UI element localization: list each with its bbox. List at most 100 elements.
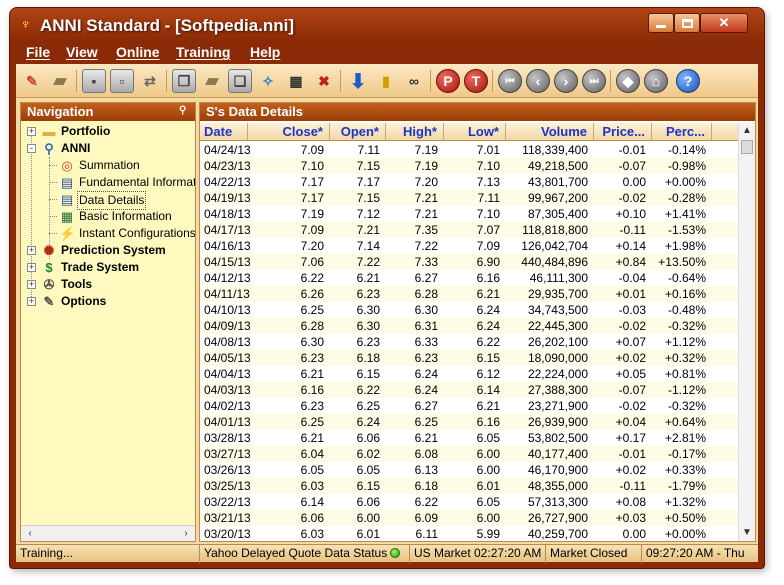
column-header-date[interactable]: Date	[200, 123, 248, 141]
collapse-icon[interactable]: -	[27, 144, 36, 153]
next-icon[interactable]: ›	[554, 69, 578, 93]
table-row[interactable]: 04/08/13 6.30 6.23 6.33 6.22 26,202,100 +0.07 +…	[200, 334, 738, 350]
globe-icon[interactable]: ◆	[616, 69, 640, 93]
download-icon[interactable]: ⬇	[346, 69, 370, 93]
export-icon[interactable]: ❏	[228, 69, 252, 93]
table-row[interactable]: 03/27/13 6.04 6.02 6.08 6.00 40,177,400 -0.01 -…	[200, 446, 738, 462]
scroll-up-icon[interactable]: ▲	[739, 123, 755, 139]
table-row[interactable]: 03/28/13 6.21 6.06 6.21 6.05 53,802,500 +0.17 +…	[200, 430, 738, 446]
save-as-icon[interactable]: ▫	[110, 69, 134, 93]
tree-item-label: Options	[61, 294, 107, 308]
table-row[interactable]: 03/25/13 6.03 6.15 6.18 6.01 48,355,000 -0.11 -…	[200, 478, 738, 494]
delete-icon[interactable]: ✖	[312, 69, 336, 93]
expand-icon[interactable]: +	[27, 127, 36, 136]
column-header-open[interactable]: Open*	[330, 123, 386, 141]
tree-item-instant-configurations[interactable]: ⚡ Instant Configurations	[21, 225, 195, 242]
table-row[interactable]: 04/19/13 7.17 7.15 7.21 7.11 99,967,200 -0.02 -…	[200, 190, 738, 206]
first-icon[interactable]: ⏮	[498, 69, 522, 93]
tree-item-portfolio[interactable]: + ▬ Portfolio	[21, 123, 195, 140]
table-row[interactable]: 03/21/13 6.06 6.00 6.09 6.00 26,727,900 +0.03 +…	[200, 510, 738, 526]
table-row[interactable]: 04/02/13 6.23 6.25 6.27 6.21 23,271,900 -0.02 -…	[200, 398, 738, 414]
table-row[interactable]: 04/17/13 7.09 7.21 7.35 7.07 118,818,800 -0.11…	[200, 222, 738, 238]
table-row[interactable]: 04/01/13 6.25 6.24 6.25 6.16 26,939,900 +0.04 +…	[200, 414, 738, 430]
menu-training[interactable]: Training	[176, 44, 230, 60]
maximize-button[interactable]	[674, 13, 700, 33]
table-row[interactable]: 04/04/13 6.21 6.15 6.24 6.12 22,224,000 +0.05 +…	[200, 366, 738, 382]
scroll-right-icon[interactable]: ›	[179, 527, 193, 541]
tree-item-data-details[interactable]: ▤ Data Details	[21, 191, 195, 210]
navigation-horizontal-scrollbar[interactable]: ‹ ›	[21, 525, 195, 541]
save-icon[interactable]: ▪	[82, 69, 106, 93]
menu-online[interactable]: Online	[116, 44, 160, 60]
column-header-volume[interactable]: Volume	[506, 123, 594, 141]
tree-item-trade-system[interactable]: + $ Trade System	[21, 259, 195, 276]
grid-vertical-scrollbar[interactable]: ▲ ▼	[738, 123, 755, 541]
title-bar[interactable]: ♆ ANNI Standard - [Softpedia.nni] ✕	[10, 8, 764, 42]
table-row[interactable]: 04/05/13 6.23 6.18 6.23 6.15 18,090,000 +0.02 +…	[200, 350, 738, 366]
scroll-down-icon[interactable]: ▼	[739, 525, 755, 541]
t-icon[interactable]: T	[464, 69, 488, 93]
table-row[interactable]: 04/24/13 7.09 7.11 7.19 7.01 118,339,400 -0.01…	[200, 142, 738, 158]
tree-item-basic-information[interactable]: ▦ Basic Information	[21, 208, 195, 225]
p-icon[interactable]: P	[436, 69, 460, 93]
menu-file[interactable]: File	[26, 44, 50, 60]
column-header-price[interactable]: Price...	[594, 123, 652, 141]
settings-icon[interactable]: ✧	[256, 69, 280, 93]
minimize-icon	[656, 25, 666, 29]
table-row[interactable]: 04/15/13 7.06 7.22 7.33 6.90 440,484,896 +0.84…	[200, 254, 738, 270]
table-row[interactable]: 03/22/13 6.14 6.06 6.22 6.05 57,313,300 +0.08 +…	[200, 494, 738, 510]
scrollbar-thumb[interactable]	[741, 140, 753, 154]
table-row[interactable]: 04/12/13 6.22 6.21 6.27 6.16 46,111,300 -0.04 -…	[200, 270, 738, 286]
bar-chart-icon[interactable]: ▮	[374, 69, 398, 93]
tree-item-prediction-system[interactable]: + ✺ Prediction System	[21, 242, 195, 259]
open-icon[interactable]: ▰	[200, 69, 224, 93]
table-row[interactable]: 04/23/13 7.10 7.15 7.19 7.10 49,218,500 -0.07 -…	[200, 158, 738, 174]
cell-date: 04/15/13	[204, 255, 251, 269]
new-document-icon[interactable]: ✎	[20, 69, 44, 93]
expand-icon[interactable]: +	[27, 280, 36, 289]
column-header-close[interactable]: Close*	[248, 123, 330, 141]
open-folder-icon[interactable]: ▰	[48, 69, 72, 93]
menu-help[interactable]: Help	[250, 44, 280, 60]
tree-item-options[interactable]: + ✎ Options	[21, 293, 195, 310]
table-row[interactable]: 04/22/13 7.17 7.17 7.20 7.13 43,801,700 0.00 +0…	[200, 174, 738, 190]
tree-item-summation[interactable]: ◎ Summation	[21, 157, 195, 174]
table-row[interactable]: 04/11/13 6.26 6.23 6.28 6.21 29,935,700 +0.01 +…	[200, 286, 738, 302]
column-header-percent[interactable]: Perc...	[652, 123, 712, 141]
cell-close: 6.23	[300, 351, 324, 365]
cell-close: 7.06	[300, 255, 324, 269]
cell-volume: 26,202,100	[527, 335, 588, 349]
home-icon[interactable]: ⌂	[644, 69, 668, 93]
last-icon[interactable]: ⏭	[582, 69, 606, 93]
table-row[interactable]: 04/16/13 7.20 7.14 7.22 7.09 126,042,704 +0.14…	[200, 238, 738, 254]
previous-icon[interactable]: ‹	[526, 69, 550, 93]
table-row[interactable]: 04/10/13 6.25 6.30 6.30 6.24 34,743,500 -0.03 -…	[200, 302, 738, 318]
column-header-high[interactable]: High*	[386, 123, 444, 141]
tree-item-fundamental-information[interactable]: ▤ Fundamental Information	[21, 174, 195, 191]
scroll-left-icon[interactable]: ‹	[23, 527, 37, 541]
table-row[interactable]: 03/20/13 6.03 6.01 6.11 5.99 40,259,700 0.00 +0…	[200, 526, 738, 542]
expand-icon[interactable]: +	[27, 297, 36, 306]
help-icon[interactable]: ?	[676, 69, 700, 93]
cell-date: 03/25/13	[204, 479, 251, 493]
cell-open: 7.11	[357, 143, 380, 157]
cell-percent-change: -0.14%	[667, 143, 706, 157]
table-row[interactable]: 04/03/13 6.16 6.22 6.24 6.14 27,388,300 -0.07 -…	[200, 382, 738, 398]
minimize-button[interactable]	[648, 13, 674, 33]
binoculars-icon[interactable]: ∞	[402, 69, 426, 93]
swap-icon[interactable]: ⇄	[138, 69, 162, 93]
expand-icon[interactable]: +	[27, 263, 36, 272]
table-row[interactable]: 04/09/13 6.28 6.30 6.31 6.24 22,445,300 -0.02 -…	[200, 318, 738, 334]
table-row[interactable]: 04/18/13 7.19 7.12 7.21 7.10 87,305,400 +0.10 +…	[200, 206, 738, 222]
copy-icon[interactable]: ❐	[172, 69, 196, 93]
expand-icon[interactable]: +	[27, 246, 36, 255]
menu-view[interactable]: View	[66, 44, 98, 60]
cell-close: 6.25	[300, 415, 324, 429]
column-header-low[interactable]: Low*	[444, 123, 506, 141]
close-button[interactable]: ✕	[700, 13, 748, 33]
tree-item-anni[interactable]: - ⚲ ANNI	[21, 140, 195, 157]
table-row[interactable]: 03/26/13 6.05 6.05 6.13 6.00 46,170,900 +0.02 +…	[200, 462, 738, 478]
grid-icon[interactable]: ▦	[284, 69, 308, 93]
pin-icon[interactable]: ⚲	[179, 105, 191, 117]
tree-item-tools[interactable]: + ✇ Tools	[21, 276, 195, 293]
